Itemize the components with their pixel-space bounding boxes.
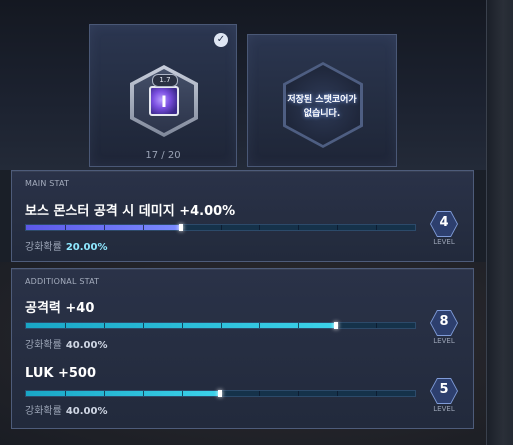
panel-title: ADDITIONAL STAT — [25, 277, 100, 286]
side-frame — [486, 0, 513, 445]
progress-segment — [298, 225, 300, 230]
progress-segment — [181, 391, 183, 396]
enhance-rate: 강화확률 20.00% — [25, 242, 108, 253]
core-slot-equipped[interactable]: ✓ I 1.7 17 / 20 — [89, 24, 237, 167]
enhance-rate: 강화확률 40.00% — [25, 406, 108, 417]
progress-segment — [142, 323, 144, 328]
progress-segment — [376, 323, 378, 328]
additional-stat-panel: ADDITIONAL STAT 공격력 +40 강화확률 40.00% 8 LEV… — [11, 268, 474, 429]
level-badge: 5 LEVEL — [427, 378, 461, 415]
progress-segment — [64, 225, 66, 230]
main-stat-panel: MAIN STAT 보스 몬스터 공격 시 데미지 +4.00% 강화확률 20.… — [11, 170, 474, 262]
level-badge: 4 LEVEL — [427, 211, 461, 248]
progress-tip — [217, 390, 222, 397]
check-icon: ✓ — [214, 33, 228, 47]
empty-core-message: 저장된 스탯코어가 없습니다. — [287, 95, 357, 119]
progress-segment — [103, 225, 105, 230]
progress-segment — [298, 391, 300, 396]
progress-segment — [376, 225, 378, 230]
stat-progress-bar — [25, 390, 416, 397]
progress-segment — [142, 225, 144, 230]
progress-segment — [181, 323, 183, 328]
stat-core-icon: I — [149, 86, 179, 116]
core-hex: I 1.7 — [130, 65, 198, 137]
progress-segment — [64, 323, 66, 328]
progress-tip — [178, 224, 183, 231]
progress-segment — [298, 323, 300, 328]
stat-progress-bar — [25, 322, 416, 329]
progress-segment — [220, 225, 222, 230]
progress-segment — [220, 323, 222, 328]
progress-segment — [142, 391, 144, 396]
stat-name: 보스 몬스터 공격 시 데미지 +4.00% — [25, 204, 236, 219]
progress-segment — [259, 225, 261, 230]
stat-name: LUK +500 — [25, 366, 97, 381]
enhance-rate: 강화확률 40.00% — [25, 340, 108, 351]
progress-tip — [334, 322, 339, 329]
progress-segment — [259, 391, 261, 396]
core-slot-empty[interactable]: 저장된 스탯코어가 없습니다. — [247, 34, 397, 167]
progress-fill — [26, 391, 221, 396]
progress-segment — [376, 391, 378, 396]
stat-name: 공격력 +40 — [25, 301, 95, 316]
core-count: 17 / 20 — [145, 150, 181, 161]
progress-segment — [337, 225, 339, 230]
stat-progress-bar — [25, 224, 416, 231]
progress-segment — [103, 323, 105, 328]
progress-segment — [64, 391, 66, 396]
progress-segment — [337, 391, 339, 396]
panel-title: MAIN STAT — [25, 179, 70, 188]
progress-segment — [103, 391, 105, 396]
core-level-badge: 1.7 — [152, 74, 178, 87]
progress-segment — [259, 323, 261, 328]
level-badge: 8 LEVEL — [427, 310, 461, 347]
